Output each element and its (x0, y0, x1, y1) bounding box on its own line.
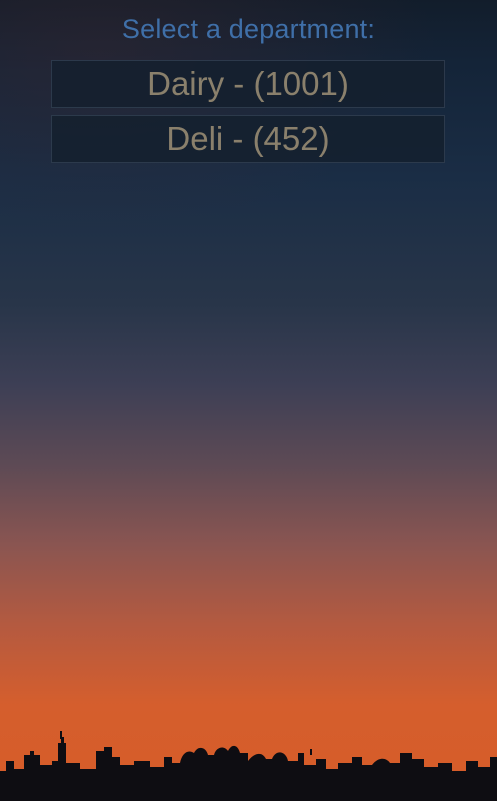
city-skyline-silhouette (0, 731, 497, 801)
department-item-deli[interactable]: Deli - (452) (51, 115, 445, 163)
department-label: Dairy - (1001) (147, 65, 349, 102)
department-label: Deli - (452) (166, 120, 330, 157)
department-item-dairy[interactable]: Dairy - (1001) (51, 60, 445, 108)
app-screen: Select a department: Dairy - (1001) Deli… (0, 0, 497, 801)
department-list: Dairy - (1001) Deli - (452) (51, 60, 445, 170)
department-prompt: Select a department: (121, 14, 376, 44)
